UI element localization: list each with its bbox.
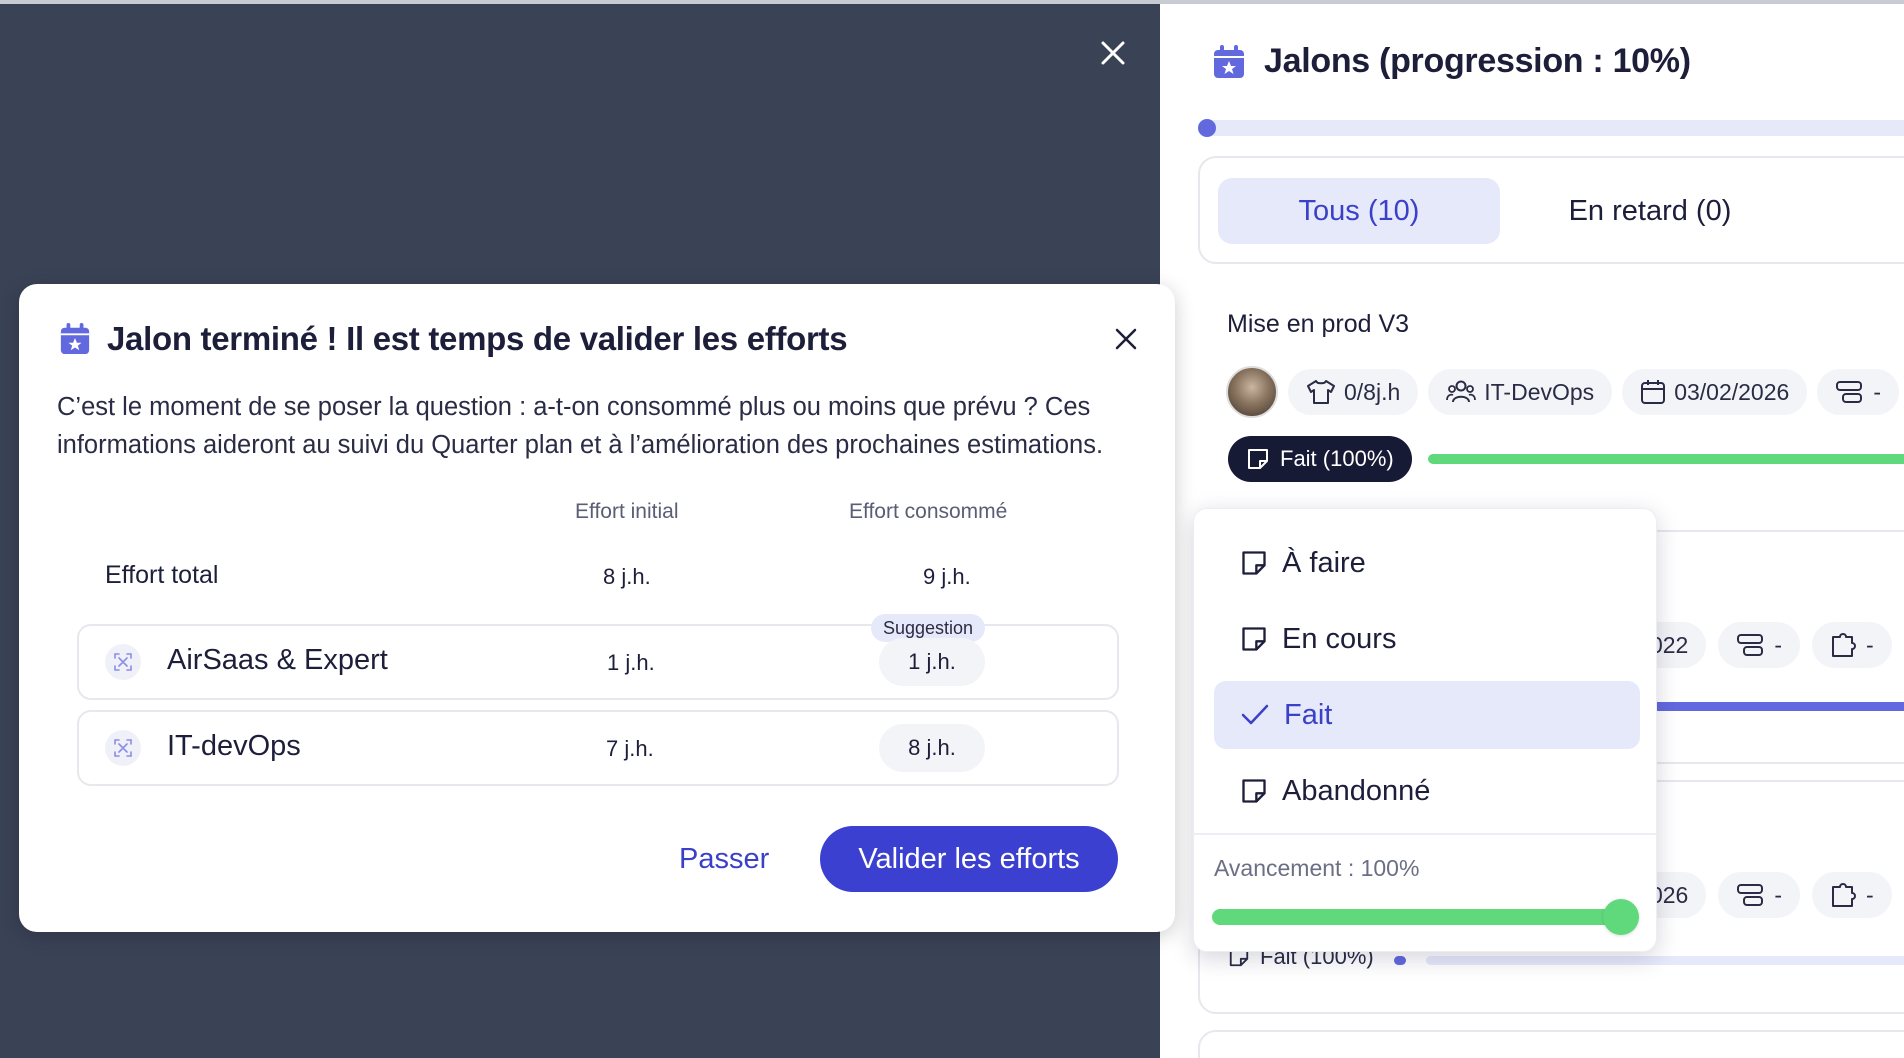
puzzle-icon (1832, 883, 1857, 907)
note-icon (1242, 779, 1266, 803)
consumed-effort-input[interactable] (879, 638, 985, 686)
team-effort-row: AirSaas & Expert 1 j.h. Suggestion (77, 614, 1119, 700)
close-icon[interactable] (1097, 37, 1129, 69)
milestone-meta: 0/8j.h IT-DevOps 03/02/2026 - (1226, 366, 1899, 418)
calendar-star-icon (1214, 44, 1244, 78)
calendar-icon (1641, 380, 1666, 404)
status-option-todo[interactable]: À faire (1214, 529, 1640, 597)
dependency-value: - (1774, 881, 1783, 908)
consumed-effort-input[interactable] (879, 724, 985, 772)
milestones-progress-fill (1198, 119, 1216, 137)
status-label: Fait (100%) (1280, 446, 1394, 471)
modal-title: Jalon terminé ! Il est temps de valider … (107, 320, 848, 357)
milestone-progress-bar (1428, 454, 1904, 464)
effort-value: 0/8j.h (1344, 378, 1401, 405)
dependency-icon (1836, 381, 1863, 403)
initial-effort: 7 j.h. (606, 736, 654, 761)
dependency-icon (1737, 884, 1764, 906)
effort-chip[interactable]: 0/8j.h (1288, 369, 1419, 415)
filter-tabs: Tous (10) En retard (0) (1198, 156, 1904, 264)
team-chip[interactable]: IT-DevOps (1428, 369, 1613, 415)
total-consumed: 9 j.h. (923, 564, 971, 589)
status-option-abandoned[interactable]: Abandonné (1214, 757, 1640, 825)
effort-validation-modal: Jalon terminé ! Il est temps de valider … (19, 284, 1175, 932)
skip-button[interactable]: Passer (679, 826, 769, 892)
team-icon (105, 730, 141, 766)
avancement-slider-handle[interactable] (1603, 899, 1639, 935)
modal-header: Jalon terminé ! Il est temps de valider … (59, 320, 848, 358)
card-progress-track (1426, 956, 1904, 965)
puzzle-chip[interactable]: - (1812, 622, 1892, 668)
divider (1194, 833, 1658, 835)
status-dropdown: À faire En cours Fait Abandonné Avanceme… (1193, 508, 1658, 952)
team-icon (1446, 380, 1477, 403)
status-option-in-progress[interactable]: En cours (1214, 605, 1640, 673)
dependency-value: - (1774, 631, 1783, 658)
puzzle-value: - (1866, 881, 1874, 908)
note-icon (1242, 551, 1266, 575)
validate-efforts-button[interactable]: Valider les efforts (820, 826, 1118, 892)
initial-effort: 1 j.h. (607, 650, 655, 675)
puzzle-value: - (1866, 631, 1874, 658)
team-value: IT-DevOps (1484, 378, 1595, 405)
top-border (0, 0, 1904, 4)
check-icon (1241, 704, 1269, 725)
milestone-card[interactable] (1198, 1030, 1904, 1058)
card-progress-fill (1394, 956, 1406, 965)
dependency-chip[interactable]: - (1718, 622, 1801, 668)
status-row: Fait (100%) (1228, 436, 1412, 482)
total-label: Effort total (105, 561, 219, 589)
panel-title: Jalons (progression : 10%) (1264, 42, 1691, 80)
date-chip[interactable]: 03/02/2026 (1622, 369, 1808, 415)
panel-header: Jalons (progression : 10%) (1212, 42, 1691, 81)
avancement-label: Avancement : 100% (1214, 855, 1420, 881)
puzzle-icon (1832, 633, 1857, 657)
note-icon (1248, 449, 1268, 469)
close-icon[interactable] (1109, 322, 1143, 356)
tshirt-icon (1307, 380, 1335, 404)
date-value: 03/02/2026 (1674, 378, 1790, 405)
calendar-star-icon (60, 323, 90, 355)
col-header-consumed: Effort consommé (849, 500, 1008, 523)
team-name: IT-devOps (167, 730, 301, 762)
status-pill[interactable]: Fait (100%) (1228, 436, 1412, 482)
tab-late[interactable]: En retard (0) (1500, 178, 1800, 244)
team-name: AirSaas & Expert (167, 644, 388, 676)
puzzle-chip[interactable]: - (1812, 872, 1892, 918)
dependency-chip[interactable]: - (1817, 369, 1899, 415)
team-effort-row: IT-devOps 7 j.h. (77, 710, 1119, 786)
milestones-progress-track (1200, 120, 1904, 136)
dependency-icon (1737, 634, 1764, 656)
dependency-chip[interactable]: - (1718, 872, 1801, 918)
tab-all[interactable]: Tous (10) (1218, 178, 1500, 244)
dependency-value: - (1873, 378, 1881, 405)
total-initial: 8 j.h. (603, 564, 651, 589)
option-label: En cours (1282, 622, 1397, 655)
status-option-done[interactable]: Fait (1214, 681, 1640, 749)
option-label: À faire (1282, 546, 1366, 579)
col-header-initial: Effort initial (575, 500, 679, 523)
team-icon (105, 644, 141, 680)
option-label: Fait (1284, 698, 1333, 731)
milestone-title[interactable]: Mise en prod V3 (1227, 310, 1409, 339)
option-label: Abandonné (1282, 774, 1431, 807)
avancement-slider-track[interactable] (1212, 909, 1624, 925)
note-icon (1242, 627, 1266, 651)
avatar[interactable] (1226, 366, 1278, 418)
modal-description: C’est le moment de se poser la question … (57, 393, 1104, 459)
